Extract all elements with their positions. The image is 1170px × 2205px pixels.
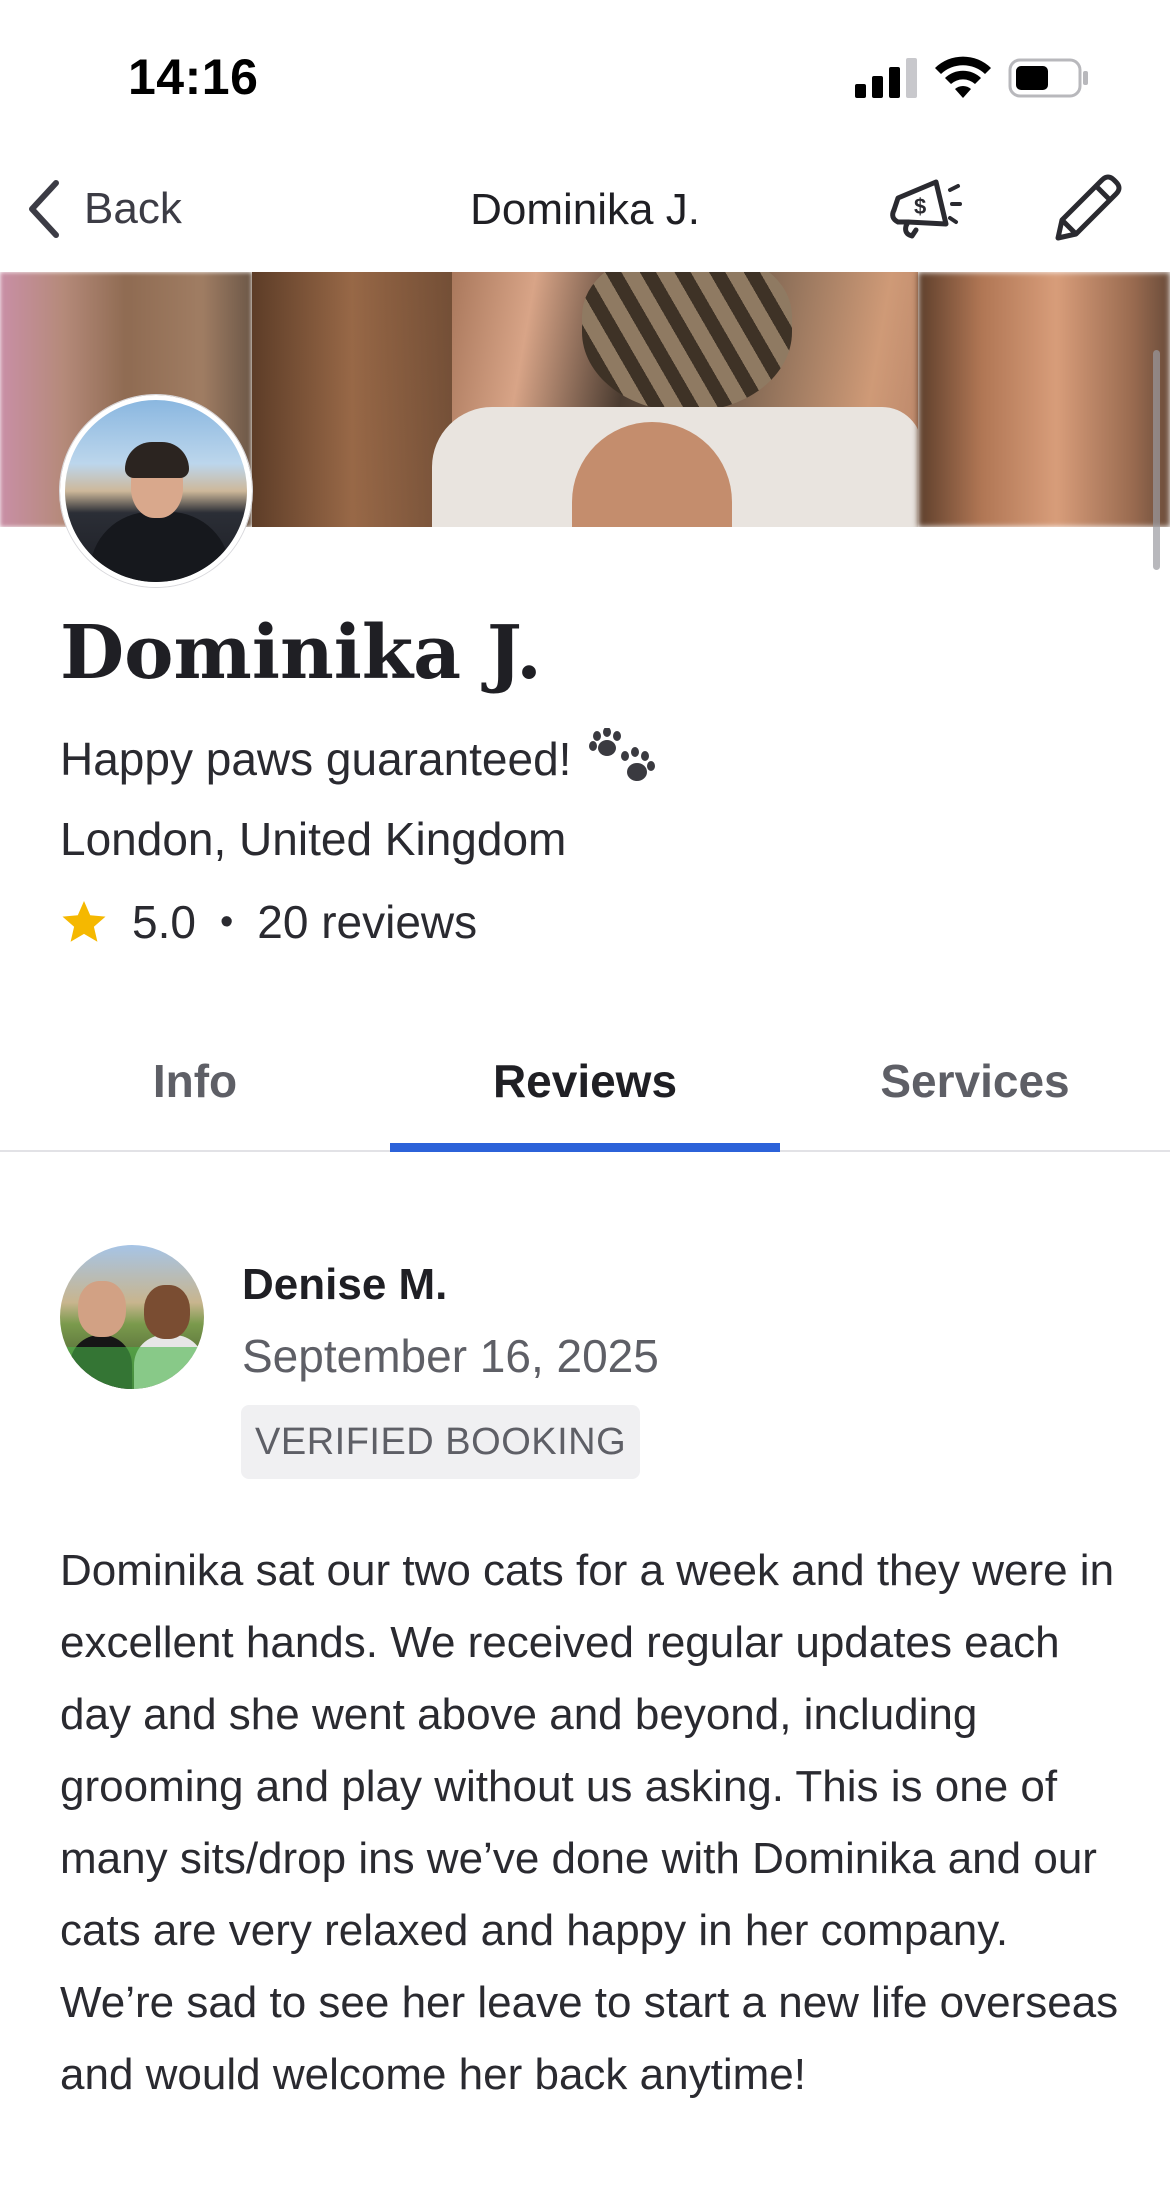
star-icon — [62, 901, 106, 942]
reviewer-avatar — [60, 1245, 204, 1389]
reviews-count: 20 reviews — [257, 896, 478, 948]
profile-tagline: Happy paws guaranteed! — [60, 728, 657, 790]
tab-info[interactable]: Info — [0, 1040, 390, 1150]
status-time: 14:16 — [128, 49, 259, 105]
rating-summary[interactable]: 5.0 • 20 reviews — [60, 895, 477, 949]
navigation-bar: Back Dominika J. $ — [0, 150, 1170, 272]
pencil-edit-icon[interactable] — [1046, 168, 1126, 248]
megaphone-dollar-icon[interactable]: $ — [884, 168, 964, 248]
tab-reviews[interactable]: Reviews — [390, 1040, 780, 1152]
nav-title: Dominika J. — [470, 185, 700, 234]
cover-photo-next — [918, 272, 1170, 527]
cover-photo — [252, 272, 918, 527]
wifi-icon — [935, 56, 991, 98]
scrollbar[interactable] — [1153, 350, 1160, 570]
profile-avatar[interactable] — [60, 395, 252, 587]
svg-text:$: $ — [914, 194, 926, 219]
verified-booking-badge: VERIFIED BOOKING — [241, 1405, 641, 1479]
rating-value: 5.0 — [132, 896, 196, 948]
paw-prints-icon — [589, 728, 656, 781]
tagline-text: Happy paws guaranteed! — [60, 733, 572, 785]
profile-location: London, United Kingdom — [60, 813, 567, 865]
tab-services[interactable]: Services — [780, 1040, 1170, 1150]
cellular-signal-icon — [855, 58, 917, 98]
review-text: Dominika sat our two cats for a week and… — [60, 1546, 1119, 2099]
battery-icon — [1008, 58, 1088, 98]
profile-name: Dominika J. — [60, 610, 542, 696]
status-bar: 14:16 — [0, 0, 1170, 150]
reviewer-name: Denise M. — [242, 1260, 448, 1309]
profile-tabs: Info Reviews Services — [0, 1040, 1170, 1152]
review-date: September 16, 2025 — [242, 1330, 659, 1382]
rating-separator: • — [219, 900, 234, 943]
